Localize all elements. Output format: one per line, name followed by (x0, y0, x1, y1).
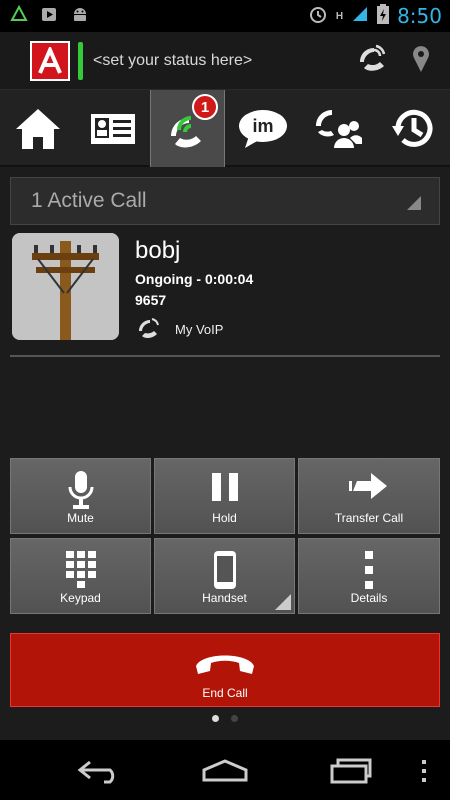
more-vertical-icon (365, 551, 373, 589)
clock: 8:50 (397, 4, 442, 28)
active-calls-label: 1 Active Call (31, 189, 147, 212)
menu-icon[interactable] (420, 758, 428, 789)
conference-call-icon (315, 109, 362, 148)
im-label: im (252, 116, 273, 136)
call-state: Ongoing - 0:00:04 (135, 271, 254, 287)
page-dot-active (212, 715, 219, 722)
home-icon (15, 108, 60, 149)
voip-account-icon[interactable] (354, 40, 390, 81)
page-indicator (0, 715, 450, 722)
call-controls: Mute Hold Transfer Call Keypad Handset D… (10, 458, 440, 614)
presence-indicator (78, 41, 83, 80)
alarm-icon (308, 4, 328, 29)
calls-badge: 1 (192, 94, 218, 120)
transfer-arrow-icon (349, 473, 387, 499)
avatar (12, 233, 119, 340)
page-dot (231, 715, 238, 722)
app-logo-icon (38, 46, 62, 74)
smartphone-icon (213, 551, 236, 589)
app-logo[interactable] (30, 40, 70, 81)
transfer-call-label: Transfer Call (334, 511, 404, 525)
phone-number: 9657 (135, 292, 167, 308)
call-screen: 1 Active Call bobj Ongoing - 0:00:04 965… (0, 167, 450, 740)
tab-im[interactable]: im (225, 90, 300, 167)
dropdown-arrow-icon (407, 196, 421, 210)
battery-icon (377, 3, 390, 29)
location-icon[interactable] (408, 42, 434, 79)
contact-info: bobj Ongoing - 0:00:04 9657 My VoIP (12, 233, 442, 343)
divider (10, 355, 440, 357)
back-icon[interactable] (76, 758, 122, 789)
recent-apps-icon[interactable] (328, 756, 374, 789)
account-row: My VoIP (135, 315, 223, 343)
tab-conference[interactable] (300, 90, 375, 167)
transfer-call-button[interactable]: Transfer Call (298, 458, 440, 534)
hold-label: Hold (212, 511, 237, 525)
network-type-label: H (335, 10, 344, 22)
details-button[interactable]: Details (298, 538, 440, 614)
tab-contacts[interactable] (75, 90, 150, 167)
more-options-corner-icon (275, 594, 291, 610)
im-icon: im (238, 109, 287, 148)
app-header: <set your status here> (0, 32, 450, 90)
triangle-icon (10, 4, 28, 28)
keypad-button[interactable]: Keypad (10, 538, 151, 614)
android-icon (70, 5, 90, 28)
handset-label: Handset (202, 591, 247, 605)
play-store-icon (40, 5, 58, 28)
keypad-label: Keypad (60, 591, 101, 605)
active-calls-dropdown[interactable]: 1 Active Call (10, 177, 440, 225)
history-icon (391, 109, 432, 147)
mute-label: Mute (67, 511, 94, 525)
hold-button[interactable]: Hold (154, 458, 295, 534)
status-message[interactable]: <set your status here> (93, 52, 252, 70)
details-label: Details (350, 591, 388, 605)
pause-icon (211, 473, 238, 501)
keypad-icon (65, 551, 96, 588)
voip-account-icon (139, 318, 159, 339)
end-call-button[interactable]: End Call (10, 633, 440, 707)
tab-history[interactable] (375, 90, 450, 167)
contact-name: bobj (135, 237, 181, 264)
end-call-label: End Call (202, 686, 248, 700)
microphone-icon (68, 471, 93, 509)
account-name: My VoIP (175, 321, 224, 337)
home-nav-icon[interactable] (200, 758, 250, 789)
status-bar: H 8:50 (0, 0, 450, 32)
mute-button[interactable]: Mute (10, 458, 151, 534)
hang-up-icon (196, 655, 254, 674)
system-nav-bar (0, 740, 450, 800)
tab-home[interactable] (0, 90, 75, 167)
main-tabs: 1 im (0, 90, 450, 167)
tab-calls[interactable]: 1 (150, 90, 225, 167)
handset-button[interactable]: Handset (154, 538, 295, 614)
contact-card-icon (90, 113, 135, 144)
signal-icon (351, 5, 369, 28)
telephone-pole-icon (12, 233, 119, 340)
